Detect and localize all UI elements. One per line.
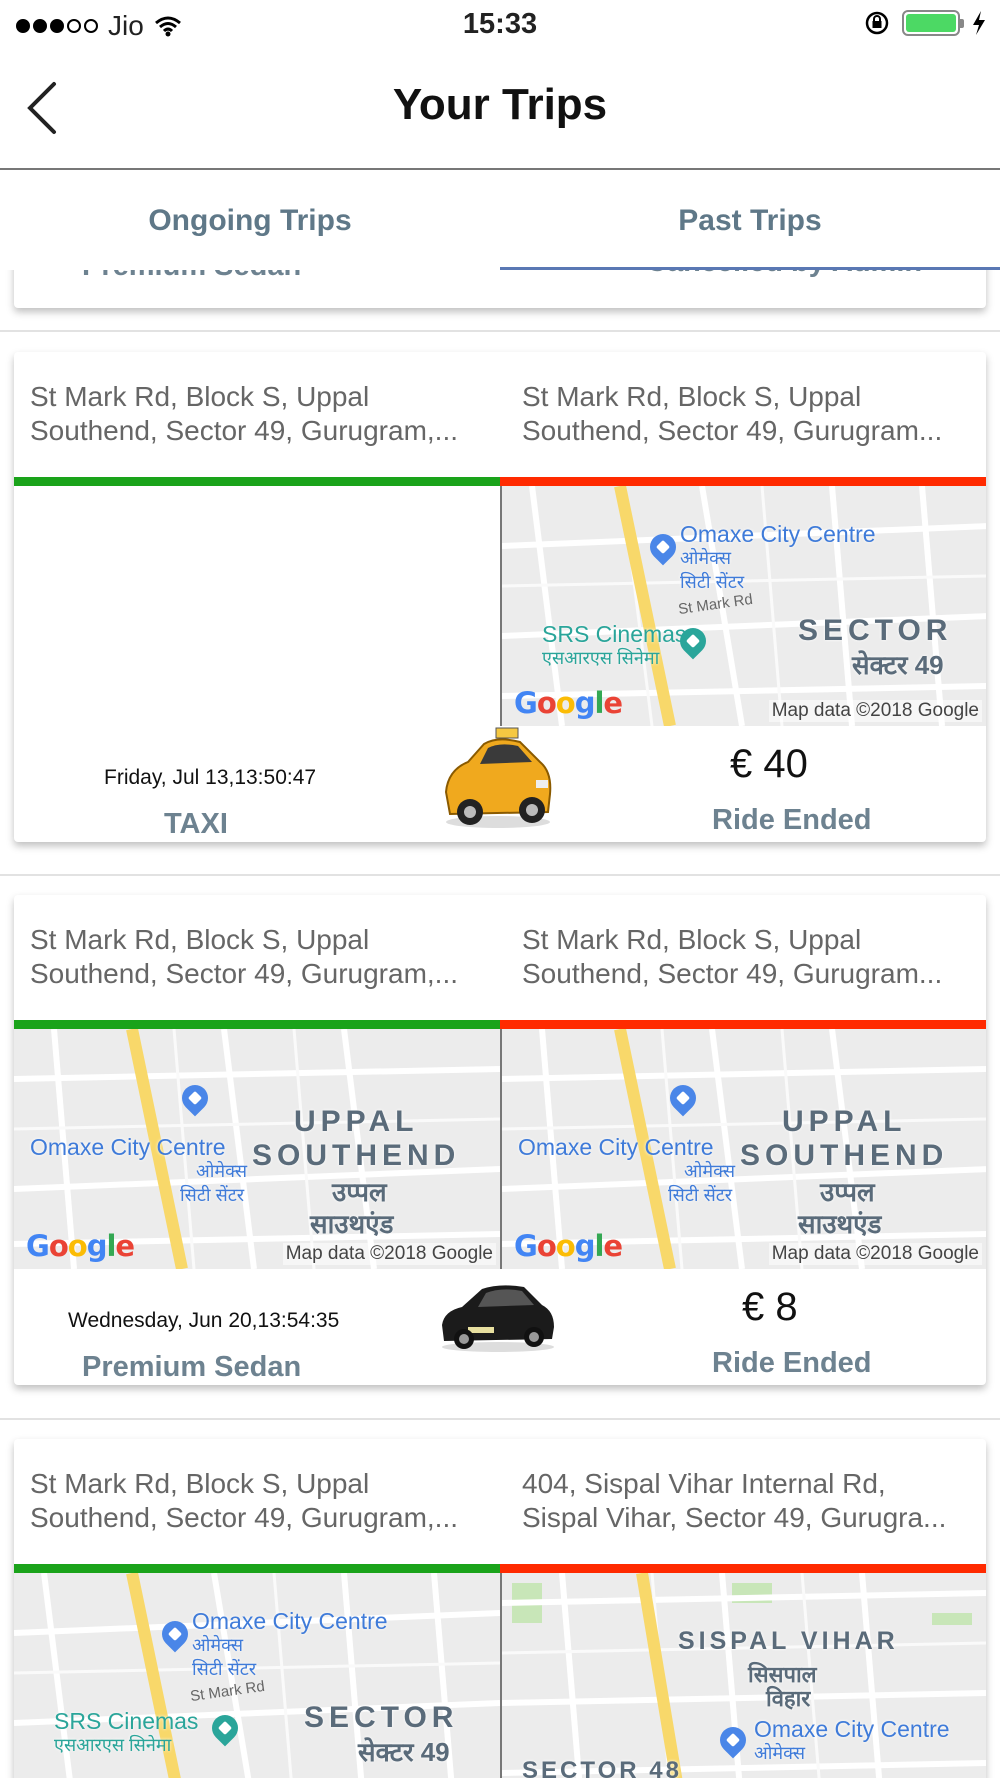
- sedan-car-icon: [442, 1285, 554, 1352]
- rotation-lock-icon: [865, 11, 889, 35]
- trip-card[interactable]: St Mark Rd, Block S, Uppal Southend, Sect…: [14, 1439, 986, 1778]
- map-area-label: SISPAL VIHAR: [678, 1627, 899, 1655]
- map-cinema: SRS Cinemas एसआरएस सिनेमा: [542, 621, 687, 668]
- pickup-address: St Mark Rd, Block S, Uppal Southend, Sect…: [30, 924, 459, 989]
- trip-status: Ride Ended: [712, 1347, 872, 1379]
- pickup-map: Omaxe City Centre ओमेक्स सिटी सेंटर St M…: [14, 1573, 500, 1778]
- charging-bolt-icon: [973, 11, 985, 35]
- map-poi: Omaxe City Centre ओमेक्स: [754, 1716, 950, 1763]
- pickup-map: [14, 486, 500, 726]
- drop-map: SISPAL VIHAR सिसपाल विहार Omaxe City Cen…: [500, 1573, 986, 1778]
- map-area-label: UPPAL: [782, 1105, 907, 1138]
- status-bar: Jio 15:33: [0, 0, 1000, 50]
- drop-address: 404, Sispal Vihar Internal Rd, Sispal Vih…: [522, 1468, 947, 1533]
- status-time: 15:33: [462, 8, 538, 40]
- map-area-label-hindi: विहार: [766, 1686, 811, 1711]
- map-poi: Omaxe City Centre ओमेक्स सिटी सेंटर: [30, 1134, 248, 1205]
- divider: [0, 1418, 1000, 1420]
- vehicle-type: Premium Sedan: [82, 1351, 302, 1383]
- google-logo: Google: [514, 1229, 623, 1263]
- drop-bar: [500, 477, 986, 486]
- trip-list[interactable]: Premium Sedan Cancelled by Admin St Mark…: [0, 270, 1000, 1778]
- map-attribution: Map data ©2018 Google: [768, 1243, 982, 1265]
- map-area-label-hindi: उप्पल: [332, 1177, 387, 1207]
- pickup-address: St Mark Rd, Block S, Uppal Southend, Sect…: [30, 381, 459, 446]
- map-poi: Omaxe City Centre ओमेक्स सिटी सेंटर: [518, 1134, 736, 1205]
- navigation-bar: Your Trips: [0, 50, 1000, 170]
- drop-bar: [500, 1564, 986, 1573]
- map-area-label-hindi: सेक्टर 49: [358, 1737, 450, 1767]
- map-area-label: SECTOR: [798, 614, 953, 647]
- vehicle-type: TAXI: [164, 808, 228, 840]
- trip-price: € 40: [730, 742, 808, 786]
- google-logo: Google: [514, 686, 623, 720]
- drop-address: St Mark Rd, Block S, Uppal Southend, Sect…: [522, 381, 943, 446]
- map-area-label-hindi: साउथएंड: [798, 1209, 882, 1239]
- google-logo: Google: [26, 1229, 135, 1263]
- vehicle-type: Premium Sedan: [82, 270, 301, 283]
- pickup-map: Omaxe City Centre ओमेक्स सिटी सेंटर UPPA…: [14, 1029, 500, 1269]
- trip-card[interactable]: Premium Sedan Cancelled by Admin: [14, 270, 986, 308]
- drop-bar: [500, 1020, 986, 1029]
- divider: [0, 874, 1000, 876]
- battery-icon: [902, 10, 964, 36]
- map-area-label: SECTOR 48: [522, 1757, 682, 1778]
- trip-datetime: Friday, Jul 13,13:50:47: [104, 766, 317, 789]
- divider: [0, 330, 1000, 332]
- drop-map: Omaxe City Centre ओमेक्स सिटी सेंटर St M…: [500, 486, 986, 726]
- tab-ongoing-trips[interactable]: Ongoing Trips: [0, 172, 500, 270]
- trip-price: € 8: [742, 1285, 798, 1329]
- pickup-bar: [14, 1020, 500, 1029]
- map-area-label: UPPAL: [294, 1105, 419, 1138]
- status-right-group: [864, 10, 986, 36]
- map-area-label-hindi: उप्पल: [820, 1177, 875, 1207]
- pickup-address: St Mark Rd, Block S, Uppal Southend, Sect…: [30, 1468, 459, 1533]
- map-area-label-hindi: साउथएंड: [310, 1209, 394, 1239]
- trip-status: Ride Ended: [712, 804, 872, 836]
- trip-card[interactable]: St Mark Rd, Block S, Uppal Southend, Sect…: [14, 895, 986, 1385]
- map-cinema: SRS Cinemas एसआरएस सिनेमा: [54, 1708, 199, 1755]
- tab-past-trips[interactable]: Past Trips: [500, 172, 1000, 270]
- map-poi: Omaxe City Centre ओमेक्स सिटी सेंटर: [192, 1608, 388, 1679]
- map-area-label: SOUTHEND: [252, 1139, 461, 1172]
- trip-datetime: Wednesday, Jun 20,13:54:35: [68, 1309, 340, 1332]
- trip-card[interactable]: St Mark Rd, Block S, Uppal Southend, Sect…: [14, 352, 986, 842]
- taxi-car-icon: [444, 727, 552, 828]
- pickup-bar: [14, 1564, 500, 1573]
- page-title: Your Trips: [392, 80, 608, 129]
- map-attribution: Map data ©2018 Google: [768, 700, 982, 722]
- drop-address: St Mark Rd, Block S, Uppal Southend, Sect…: [522, 924, 943, 989]
- map-attribution: Map data ©2018 Google: [282, 1243, 496, 1265]
- map-poi: Omaxe City Centre ओमेक्स सिटी सेंटर: [680, 521, 876, 592]
- trip-tabs: Ongoing Trips Past Trips: [0, 172, 1000, 270]
- trip-status: Cancelled by Admin: [646, 270, 922, 279]
- drop-map: Omaxe City Centre ओमेक्स सिटी सेंटर UPPA…: [500, 1029, 986, 1269]
- map-area-label-hindi: सेक्टर 49: [852, 650, 944, 680]
- pickup-bar: [14, 477, 500, 486]
- map-area-label: SOUTHEND: [740, 1139, 949, 1172]
- map-area-label: SECTOR: [304, 1701, 459, 1734]
